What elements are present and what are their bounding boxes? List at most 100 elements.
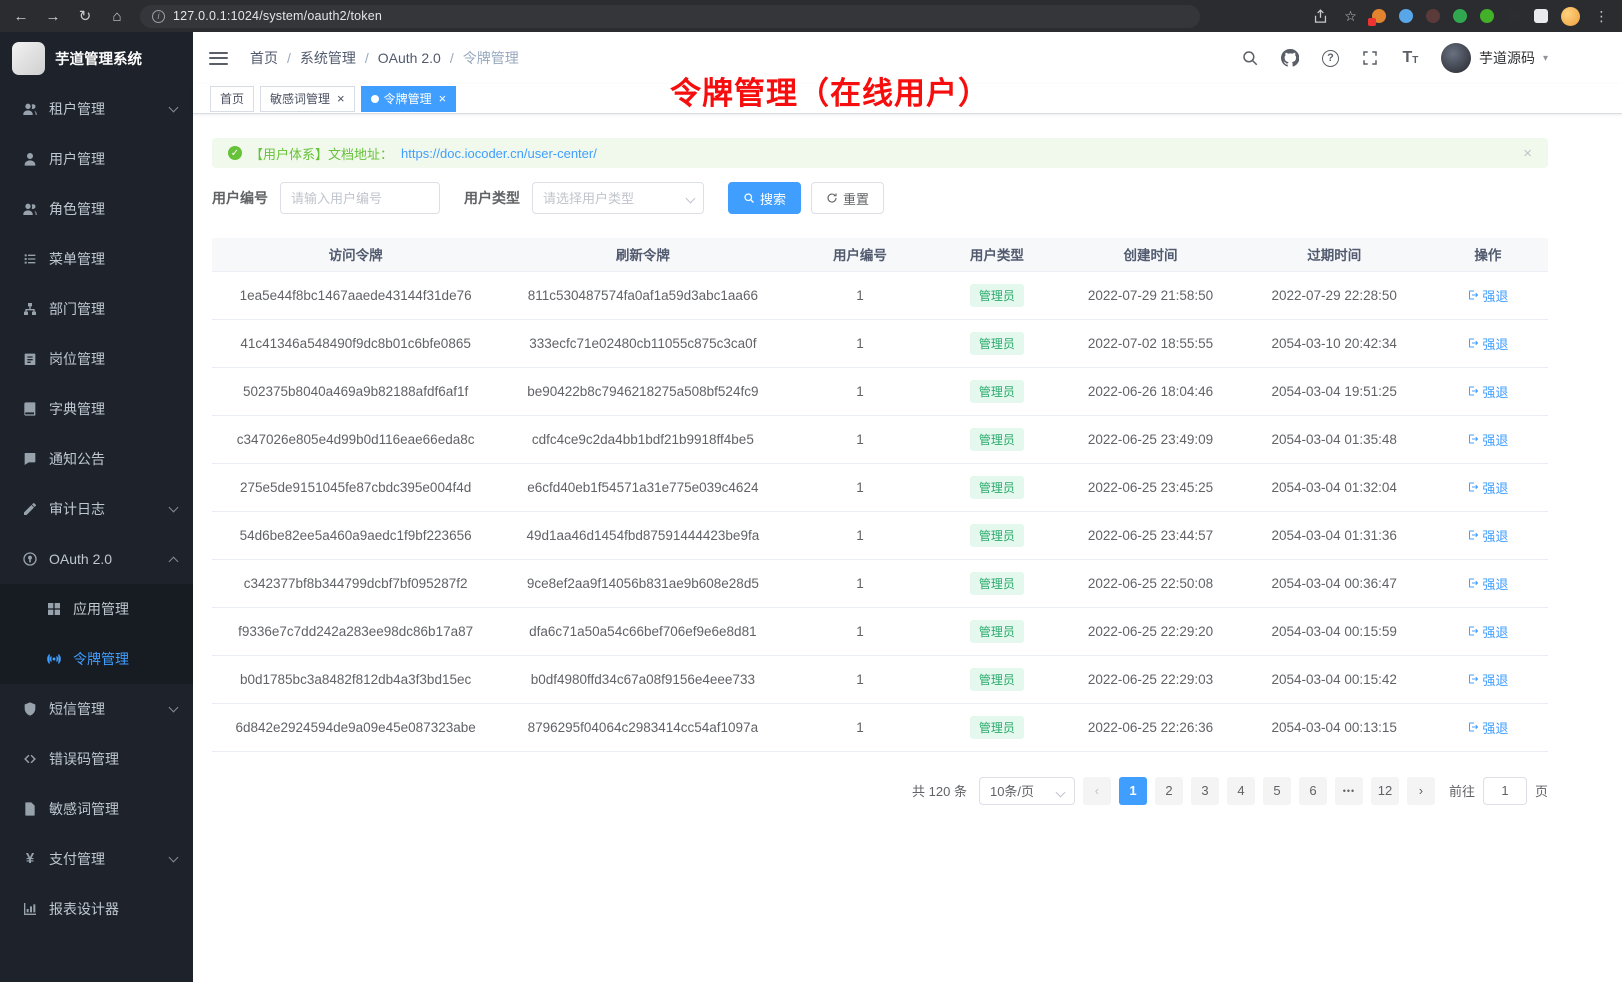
col-user-type: 用户类型 bbox=[933, 238, 1060, 271]
force-logout-button[interactable]: 强退 bbox=[1467, 430, 1508, 449]
tab-label: 令牌管理 bbox=[384, 90, 432, 107]
search-button[interactable]: 搜索 bbox=[728, 182, 801, 214]
sidebar-item-sms[interactable]: 短信管理 bbox=[0, 684, 193, 734]
sidebar-item-oauth[interactable]: OAuth 2.0 bbox=[0, 534, 193, 584]
sidebar-item-app-management[interactable]: 应用管理 bbox=[0, 584, 193, 634]
browser-reload-icon[interactable]: ↻ bbox=[76, 7, 94, 25]
tab-sensitive-words[interactable]: 敏感词管理 × bbox=[260, 86, 355, 112]
extension-icon[interactable] bbox=[1453, 9, 1467, 23]
sidebar-item-dept[interactable]: 部门管理 bbox=[0, 284, 193, 334]
force-logout-button[interactable]: 强退 bbox=[1467, 334, 1508, 353]
address-bar[interactable]: i 127.0.0.1:1024/system/oauth2/token bbox=[140, 5, 1200, 28]
sidebar-item-user[interactable]: 用户管理 bbox=[0, 134, 193, 184]
sidebar-item-role[interactable]: 角色管理 bbox=[0, 184, 193, 234]
extension-icon[interactable] bbox=[1372, 9, 1386, 23]
force-logout-button[interactable]: 强退 bbox=[1467, 478, 1508, 497]
sidebar-item-sensitive-words[interactable]: 敏感词管理 bbox=[0, 784, 193, 834]
browser-home-icon[interactable]: ⌂ bbox=[108, 8, 126, 25]
tab-token-management[interactable]: 令牌管理 × bbox=[361, 86, 457, 112]
page-button-5[interactable]: 5 bbox=[1263, 777, 1291, 805]
search-icon[interactable] bbox=[1241, 49, 1260, 68]
prev-page-button[interactable]: ‹ bbox=[1083, 777, 1111, 805]
page-button-6[interactable]: 6 bbox=[1299, 777, 1327, 805]
close-icon[interactable]: × bbox=[337, 92, 345, 105]
github-icon[interactable] bbox=[1281, 49, 1300, 68]
page-button-2[interactable]: 2 bbox=[1155, 777, 1183, 805]
tab-home[interactable]: 首页 bbox=[210, 86, 254, 112]
app-logo[interactable]: 芋道管理系统 bbox=[0, 32, 193, 84]
browser-profile-avatar[interactable] bbox=[1561, 7, 1580, 26]
user-menu[interactable]: 芋道源码 ▾ bbox=[1441, 43, 1548, 73]
browser-forward-icon[interactable]: → bbox=[44, 8, 62, 25]
extension-icon[interactable] bbox=[1507, 9, 1521, 23]
close-icon[interactable]: × bbox=[1523, 145, 1532, 162]
sidebar-item-error-code[interactable]: 错误码管理 bbox=[0, 734, 193, 784]
goto-unit: 页 bbox=[1535, 781, 1548, 800]
page-button-12[interactable]: 12 bbox=[1371, 777, 1399, 805]
sidebar-item-label: OAuth 2.0 bbox=[49, 551, 112, 567]
force-logout-button[interactable]: 强退 bbox=[1467, 670, 1508, 689]
breadcrumb-home[interactable]: 首页 bbox=[250, 48, 278, 68]
user-type-label: 用户类型 bbox=[464, 188, 520, 208]
doc-alert: ✓ 【用户体系】文档地址： https://doc.iocoder.cn/use… bbox=[212, 138, 1548, 168]
breadcrumb-oauth[interactable]: OAuth 2.0 bbox=[378, 50, 441, 66]
table-row: 275e5de9151045fe87cbdc395e004f4d e6cfd40… bbox=[212, 463, 1548, 511]
fullscreen-icon[interactable] bbox=[1361, 49, 1380, 68]
col-expires: 过期时间 bbox=[1241, 238, 1428, 271]
help-icon[interactable]: ? bbox=[1321, 49, 1340, 68]
user-type-badge: 管理员 bbox=[970, 476, 1024, 499]
page-button-3[interactable]: 3 bbox=[1191, 777, 1219, 805]
sidebar-item-notice[interactable]: 通知公告 bbox=[0, 434, 193, 484]
token-table: 访问令牌 刷新令牌 用户编号 用户类型 创建时间 过期时间 操作 1ea5e44… bbox=[212, 238, 1548, 752]
page-content: ✓ 【用户体系】文档地址： https://doc.iocoder.cn/use… bbox=[193, 114, 1622, 982]
sidebar-item-label: 审计日志 bbox=[49, 499, 105, 519]
document-icon bbox=[22, 801, 38, 817]
table-row: 41c41346a548490f9dc8b01c6bfe0865 333ecfc… bbox=[212, 319, 1548, 367]
bookmark-star-icon[interactable]: ☆ bbox=[1342, 8, 1359, 25]
sidebar-item-label: 支付管理 bbox=[49, 849, 105, 869]
extension-icon[interactable] bbox=[1480, 9, 1494, 23]
notice-icon bbox=[22, 451, 38, 467]
sidebar-item-report-designer[interactable]: 报表设计器 bbox=[0, 884, 193, 934]
font-size-icon[interactable]: TT bbox=[1401, 49, 1420, 68]
force-logout-button[interactable]: 强退 bbox=[1467, 574, 1508, 593]
force-logout-button[interactable]: 强退 bbox=[1467, 286, 1508, 305]
sidebar-item-menu[interactable]: 菜单管理 bbox=[0, 234, 193, 284]
sidebar-item-token-management[interactable]: 令牌管理 bbox=[0, 634, 193, 684]
extension-icon[interactable] bbox=[1534, 9, 1548, 23]
sidebar-item-tenant[interactable]: 租户管理 bbox=[0, 84, 193, 134]
page-button-4[interactable]: 4 bbox=[1227, 777, 1255, 805]
report-icon bbox=[22, 901, 38, 917]
close-icon[interactable]: × bbox=[439, 92, 447, 105]
app-title: 芋道管理系统 bbox=[55, 48, 142, 69]
next-page-button[interactable]: › bbox=[1407, 777, 1435, 805]
sidebar-toggle-icon[interactable] bbox=[209, 52, 228, 65]
sidebar-item-label: 错误码管理 bbox=[49, 749, 119, 769]
sidebar-item-payment[interactable]: ¥ 支付管理 bbox=[0, 834, 193, 884]
browser-menu-icon[interactable]: ⋮ bbox=[1593, 8, 1610, 25]
goto-page-input[interactable] bbox=[1483, 777, 1527, 805]
force-logout-button[interactable]: 强退 bbox=[1467, 622, 1508, 641]
breadcrumb-current: 令牌管理 bbox=[463, 48, 519, 68]
share-icon[interactable] bbox=[1312, 8, 1329, 25]
page-button-1[interactable]: 1 bbox=[1119, 777, 1147, 805]
user-type-select[interactable] bbox=[532, 182, 704, 214]
sidebar-item-dict[interactable]: 字典管理 bbox=[0, 384, 193, 434]
tabs-bar: 首页 敏感词管理 × 令牌管理 × bbox=[193, 84, 1622, 114]
logout-icon bbox=[1467, 529, 1479, 541]
doc-link[interactable]: https://doc.iocoder.cn/user-center/ bbox=[401, 146, 597, 161]
sidebar-item-audit-log[interactable]: 审计日志 bbox=[0, 484, 193, 534]
reset-button[interactable]: 重置 bbox=[811, 182, 884, 214]
extension-icon[interactable] bbox=[1399, 9, 1413, 23]
force-logout-button[interactable]: 强退 bbox=[1467, 718, 1508, 737]
site-info-icon[interactable]: i bbox=[152, 10, 165, 23]
user-id-input[interactable] bbox=[280, 182, 440, 214]
page-size-select[interactable]: 10条/页 bbox=[979, 777, 1075, 805]
force-logout-button[interactable]: 强退 bbox=[1467, 382, 1508, 401]
extension-icon[interactable] bbox=[1426, 9, 1440, 23]
breadcrumb-system[interactable]: 系统管理 bbox=[300, 48, 356, 68]
sidebar-item-post[interactable]: 岗位管理 bbox=[0, 334, 193, 384]
browser-back-icon[interactable]: ← bbox=[12, 8, 30, 25]
force-logout-button[interactable]: 强退 bbox=[1467, 526, 1508, 545]
page-ellipsis-button[interactable]: ••• bbox=[1335, 777, 1363, 805]
